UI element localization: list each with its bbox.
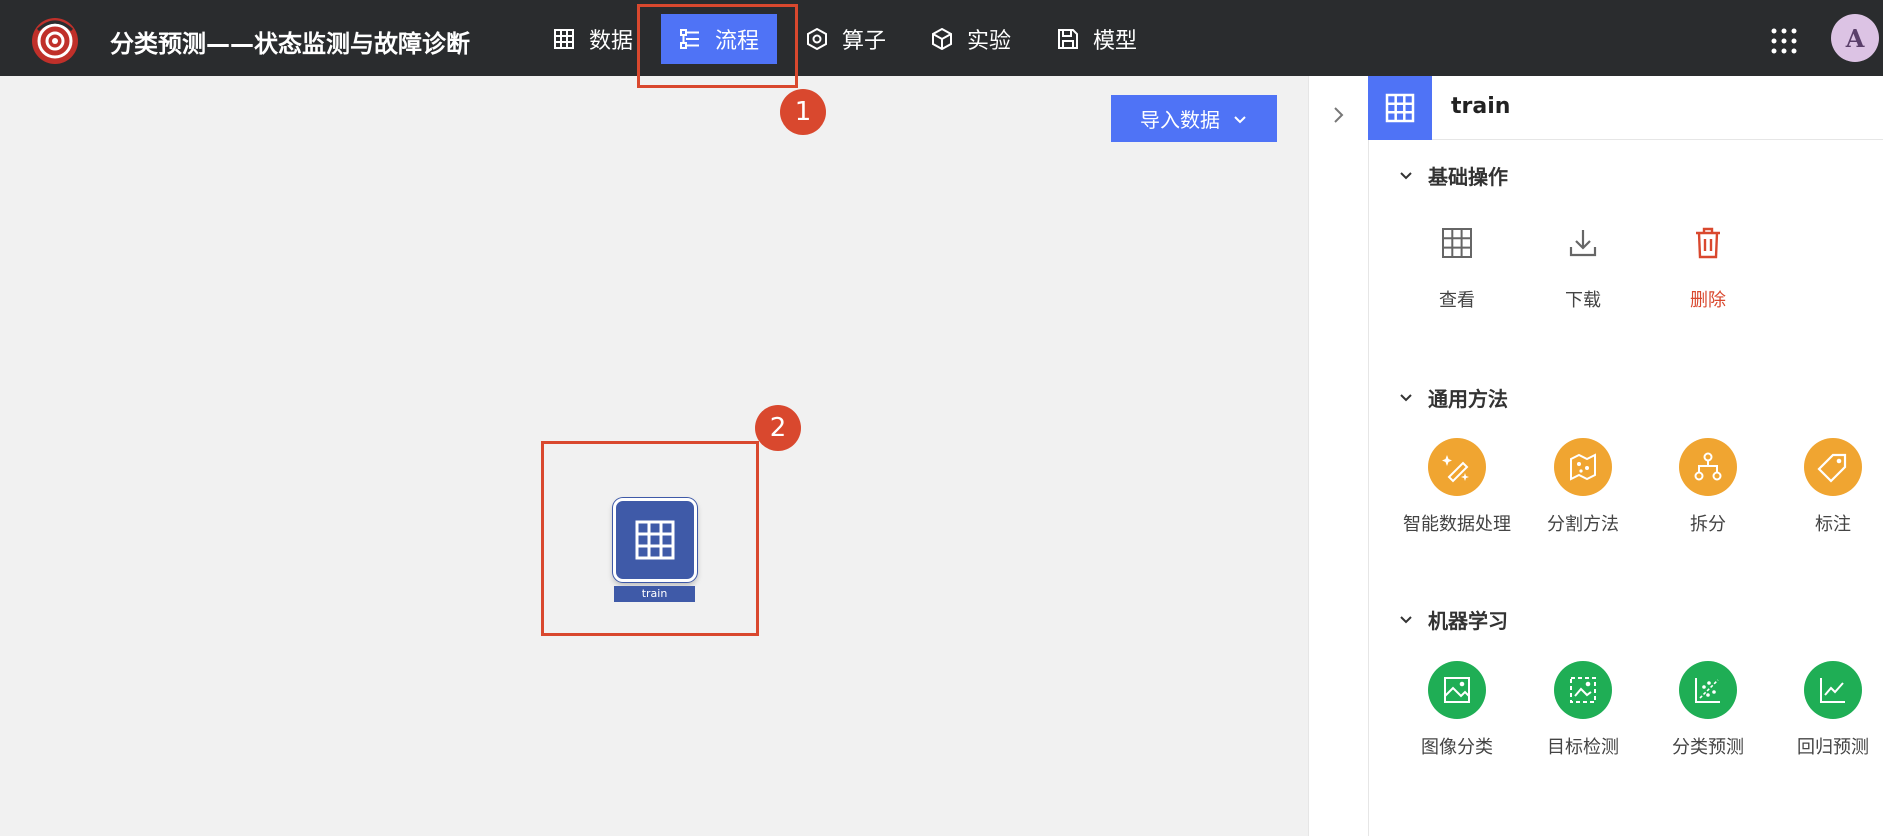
tool-image-classification[interactable]: 图像分类 (1397, 661, 1517, 759)
collapse-panel-button[interactable] (1330, 104, 1348, 130)
tool-regression-prediction-label: 回归预测 (1797, 737, 1869, 758)
nav-data-label: 数据 (589, 29, 634, 54)
tag-icon (1804, 438, 1862, 496)
tool-image-classification-label: 图像分类 (1421, 737, 1493, 758)
section-general-methods-title: 通用方法 (1428, 387, 1508, 411)
split-map-icon (1554, 438, 1612, 496)
step-marker-2: 2 (755, 405, 801, 451)
cube-icon (932, 28, 952, 50)
user-avatar[interactable]: A (1831, 14, 1879, 62)
detect-icon (1554, 661, 1612, 719)
import-data-label: 导入数据 (1140, 108, 1220, 132)
section-machine-learning[interactable]: 机器学习 (1398, 605, 1508, 634)
tool-view-label: 查看 (1439, 290, 1475, 311)
chevron-down-icon (1400, 615, 1412, 623)
tool-delete-label: 删除 (1690, 290, 1726, 311)
table-icon (554, 29, 574, 49)
nav-experiment[interactable]: 实验 (931, 14, 1011, 64)
nav-experiment-label: 实验 (967, 29, 1012, 54)
highlight-box-1 (637, 4, 798, 88)
save-icon (1058, 29, 1078, 49)
magic-wand-icon (1428, 438, 1486, 496)
panel-divider (1308, 76, 1309, 836)
tool-segmentation-label: 分割方法 (1547, 514, 1619, 535)
nav-model-label: 模型 (1093, 29, 1138, 54)
nav-data[interactable]: 数据 (553, 14, 633, 64)
app-logo-icon[interactable] (30, 16, 80, 66)
tool-regression-prediction[interactable]: 回归预测 (1773, 661, 1883, 759)
chevron-down-icon (1400, 171, 1412, 179)
tool-segmentation[interactable]: 分割方法 (1523, 438, 1643, 536)
trash-icon (1679, 214, 1737, 272)
nav-operator-label: 算子 (842, 29, 887, 54)
panel-header: train (1368, 76, 1883, 140)
download-icon (1554, 214, 1612, 272)
tool-classification-prediction[interactable]: 分类预测 (1648, 661, 1768, 759)
scatter-icon (1679, 661, 1737, 719)
top-bar: 分类预测——状态监测与故障诊断 数据 流程 算子 实验 模型 A (0, 0, 1883, 76)
table-icon (1428, 214, 1486, 272)
tool-classification-prediction-label: 分类预测 (1672, 737, 1744, 758)
tool-split-label: 拆分 (1690, 514, 1726, 535)
section-basic-ops-title: 基础操作 (1428, 165, 1508, 189)
tool-annotate-label: 标注 (1815, 514, 1851, 535)
step-marker-1: 1 (780, 89, 826, 135)
nav-operator[interactable]: 算子 (806, 14, 886, 64)
tool-delete[interactable]: 删除 (1648, 214, 1768, 312)
tool-smart-data-processing[interactable]: 智能数据处理 (1397, 438, 1517, 536)
line-chart-icon (1804, 661, 1862, 719)
image-icon (1428, 661, 1486, 719)
tool-download[interactable]: 下载 (1523, 214, 1643, 312)
tool-smart-data-processing-label: 智能数据处理 (1403, 514, 1511, 535)
table-icon (1368, 76, 1432, 140)
panel-title: train (1451, 94, 1511, 119)
fork-icon (1679, 438, 1737, 496)
hexagon-icon (807, 28, 827, 50)
tool-view[interactable]: 查看 (1397, 214, 1517, 312)
section-basic-ops[interactable]: 基础操作 (1398, 161, 1508, 190)
tool-split[interactable]: 拆分 (1648, 438, 1768, 536)
import-data-button[interactable]: 导入数据 (1111, 95, 1277, 142)
tool-object-detection-label: 目标检测 (1547, 737, 1619, 758)
chevron-down-icon (1234, 115, 1246, 123)
apps-grid-icon[interactable] (1771, 28, 1797, 54)
section-machine-learning-title: 机器学习 (1428, 609, 1508, 633)
tool-annotate[interactable]: 标注 (1773, 438, 1883, 536)
chevron-right-icon (1334, 107, 1344, 123)
section-general-methods[interactable]: 通用方法 (1398, 383, 1508, 412)
app-title: 分类预测——状态监测与故障诊断 (110, 30, 470, 58)
highlight-box-2 (541, 441, 759, 636)
nav-model[interactable]: 模型 (1057, 14, 1137, 64)
tool-download-label: 下载 (1565, 290, 1601, 311)
chevron-down-icon (1400, 393, 1412, 401)
tool-object-detection[interactable]: 目标检测 (1523, 661, 1643, 759)
